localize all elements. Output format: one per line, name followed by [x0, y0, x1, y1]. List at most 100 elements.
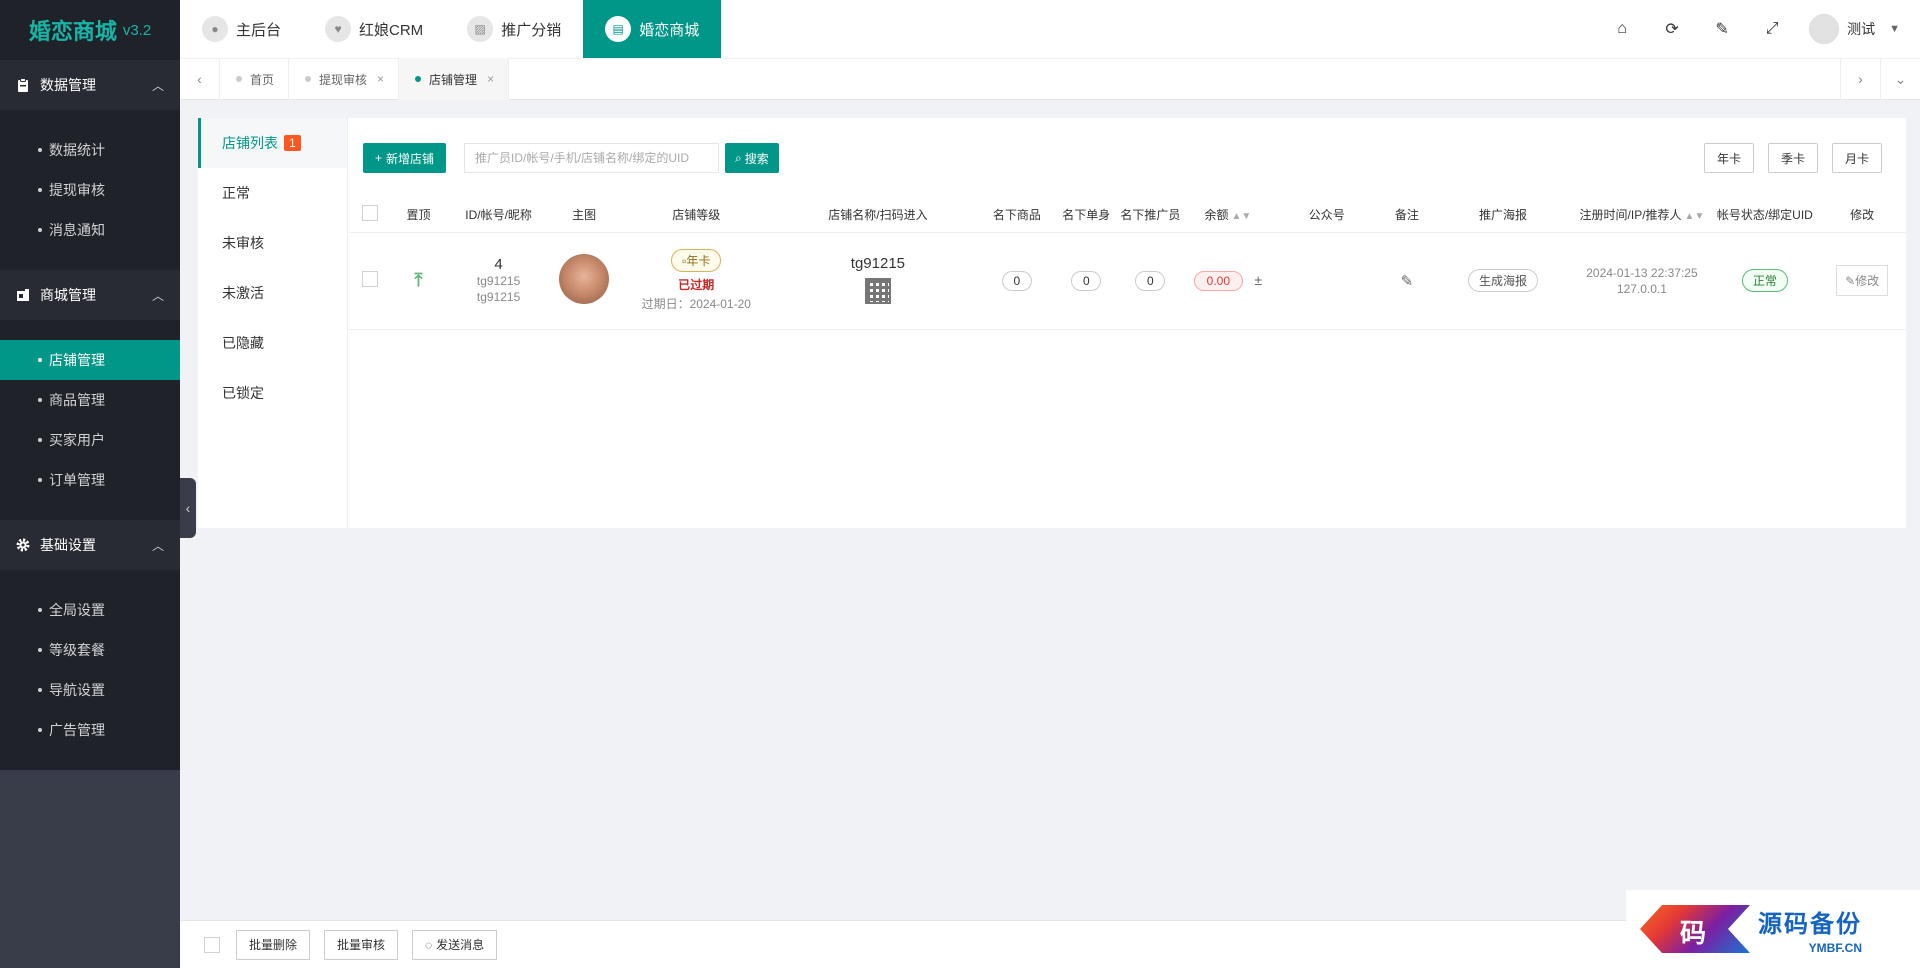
sidebar-item-orders[interactable]: 订单管理 — [0, 460, 180, 500]
sidebar-item-global[interactable]: 全局设置 — [0, 590, 180, 630]
subnav-unreviewed[interactable]: 未审核 — [198, 218, 347, 268]
brand-logo[interactable]: 婚恋商城 v3.2 — [0, 0, 180, 60]
shop-main-image[interactable] — [559, 254, 610, 304]
tab-label: 提现审核 — [319, 72, 368, 87]
filter-season-card[interactable]: 季卡 — [1767, 143, 1818, 173]
batch-delete-button[interactable]: 批量删除 — [236, 929, 311, 960]
generate-poster-button[interactable]: 生成海报 — [1468, 269, 1539, 292]
subnav-normal[interactable]: 正常 — [198, 168, 347, 218]
add-shop-button[interactable]: + 新增店铺 — [363, 143, 447, 173]
subnav-shop-list[interactable]: 店铺列表 1 — [198, 118, 347, 168]
chevron-down-icon: ⌄ — [1894, 70, 1907, 87]
home-icon[interactable]: ⌂ — [1597, 0, 1647, 58]
goods-count[interactable]: 0 — [1001, 270, 1032, 291]
top-nav-promo[interactable]: ▨ 推广分销 — [445, 0, 583, 58]
table-header-row: 置顶 ID/帐号/昵称 主图 店铺等级 店铺名称/扫码进入 名下商品 名下单身 … — [349, 198, 1906, 233]
sidebar-item-ads[interactable]: 广告管理 — [0, 710, 180, 750]
send-message-button[interactable]: ◌ 发送消息 — [412, 929, 498, 960]
pin-top-icon[interactable]: ⤒ — [414, 270, 422, 290]
watermark-text: 源码备份 YMBF.CN — [1758, 904, 1862, 955]
tabs-menu[interactable]: ⌄ — [1880, 58, 1920, 100]
tabs-scroll-left[interactable]: ‹ — [180, 58, 220, 100]
col-label: 注册时间/IP/推荐人 — [1579, 208, 1682, 223]
sort-icon[interactable]: ▲▼ — [1231, 211, 1251, 222]
clear-cache-icon[interactable]: ✎ — [1697, 0, 1747, 58]
bullet-icon — [38, 188, 42, 192]
singles-count[interactable]: 0 — [1071, 270, 1102, 291]
subnav-label: 已隐藏 — [222, 335, 264, 351]
tab-withdraw[interactable]: 提现审核 × — [289, 58, 400, 100]
chevron-left-icon: ‹ — [185, 500, 191, 516]
col-singles: 名下单身 — [1054, 198, 1119, 233]
reg-ip: 127.0.0.1 — [1616, 281, 1667, 296]
sidebar-item-nav[interactable]: 导航设置 — [0, 670, 180, 710]
shop-name: tg91215 — [850, 254, 906, 272]
sidebar-item-withdraw[interactable]: 提现审核 — [0, 170, 180, 210]
menu-group-data[interactable]: 数据管理 ︿ — [0, 60, 180, 110]
top-nav-label: 红娘CRM — [359, 21, 424, 39]
close-icon[interactable]: × — [487, 72, 494, 86]
col-edit: 修改 — [1818, 198, 1906, 233]
plus-minus-icon[interactable]: ± — [1254, 272, 1262, 288]
user-name: 测试 — [1847, 21, 1876, 37]
menu-item-label: 买家用户 — [49, 432, 105, 448]
subnav-hidden[interactable]: 已隐藏 — [198, 318, 347, 368]
user-menu[interactable]: 测试 ▼ — [1809, 14, 1900, 44]
reg-time: 2024-01-13 22:37:25 — [1586, 265, 1698, 280]
sidebar-item-buyers[interactable]: 买家用户 — [0, 420, 180, 460]
sidebar-item-messages[interactable]: 消息通知 — [0, 210, 180, 250]
tabs-scroll-right[interactable]: › — [1840, 58, 1880, 100]
poster-cell: 生成海报 — [1433, 232, 1573, 330]
batch-review-button[interactable]: 批量审核 — [324, 929, 399, 960]
sidebar-collapse-toggle[interactable]: ‹ — [180, 478, 196, 538]
pencil-icon[interactable]: ✎ — [1401, 273, 1414, 290]
menu-group-settings[interactable]: 基础设置 ︿ — [0, 520, 180, 570]
watermark-emblem: 码 — [1640, 897, 1750, 961]
tab-home[interactable]: 首页 — [220, 58, 290, 100]
subnav-label: 已锁定 — [222, 385, 264, 401]
subnav-inactive[interactable]: 未激活 — [198, 268, 347, 318]
row-checkbox[interactable] — [362, 271, 379, 287]
level-cell: ▫年卡 已过期 过期日：2024-01-20 — [616, 232, 777, 330]
menu-group-mall[interactable]: 商城管理 ︿ — [0, 270, 180, 320]
bullet-icon — [38, 728, 42, 732]
sidebar-item-goods[interactable]: 商品管理 — [0, 380, 180, 420]
watermark-sub: YMBF.CN — [1808, 940, 1862, 955]
status-badge[interactable]: 正常 — [1741, 269, 1788, 292]
tab-shops[interactable]: 店铺管理 × — [399, 58, 510, 100]
top-nav-main[interactable]: ● 主后台 — [180, 0, 303, 58]
promoters-count[interactable]: 0 — [1135, 270, 1166, 291]
search-input[interactable] — [464, 143, 720, 173]
top-nav-label: 婚恋商城 — [639, 21, 700, 39]
sort-icon[interactable]: ▲▼ — [1685, 211, 1705, 222]
sidebar-item-levels[interactable]: 等级套餐 — [0, 630, 180, 670]
col-reg[interactable]: 注册时间/IP/推荐人 ▲▼ — [1572, 198, 1712, 233]
refresh-icon[interactable]: ⟳ — [1647, 0, 1697, 58]
subnav-locked[interactable]: 已锁定 — [198, 368, 347, 418]
search-button[interactable]: ⌕ 搜索 — [725, 143, 779, 173]
top-nav-crm[interactable]: ♥ 红娘CRM — [303, 0, 445, 58]
close-icon[interactable]: × — [377, 72, 384, 86]
sidebar-item-stats[interactable]: 数据统计 — [0, 130, 180, 170]
header-checkbox-cell — [349, 198, 392, 233]
select-all-checkbox[interactable] — [362, 205, 379, 222]
bottom-select-all-checkbox[interactable] — [204, 936, 220, 953]
menu-group-title: 基础设置 — [40, 537, 96, 553]
qr-code-icon[interactable] — [864, 277, 891, 304]
fullscreen-icon[interactable]: ⤢ — [1747, 0, 1797, 58]
shop-filter-nav: 店铺列表 1 正常 未审核 未激活 已隐藏 已锁定 — [198, 118, 348, 528]
edit-button[interactable]: ✎修改 — [1836, 265, 1889, 296]
chevron-up-icon: ︿ — [151, 78, 164, 93]
top-nav-mall[interactable]: ▤ 婚恋商城 — [583, 0, 722, 58]
menu-item-label: 导航设置 — [49, 682, 105, 698]
store-icon — [16, 288, 30, 302]
filter-month-card[interactable]: 月卡 — [1831, 143, 1882, 173]
menu-item-label: 消息通知 — [49, 222, 105, 238]
tab-dot — [415, 76, 422, 82]
shop-list-content: + 新增店铺 ⌕ 搜索 年卡 季卡 月卡 — [349, 118, 1906, 528]
col-balance[interactable]: 余额 ▲▼ — [1182, 198, 1274, 233]
balance-value[interactable]: 0.00 — [1193, 270, 1244, 291]
sidebar-item-shops[interactable]: 店铺管理 — [0, 340, 180, 380]
filter-year-card[interactable]: 年卡 — [1703, 143, 1754, 173]
menu-item-label: 数据统计 — [49, 142, 105, 158]
